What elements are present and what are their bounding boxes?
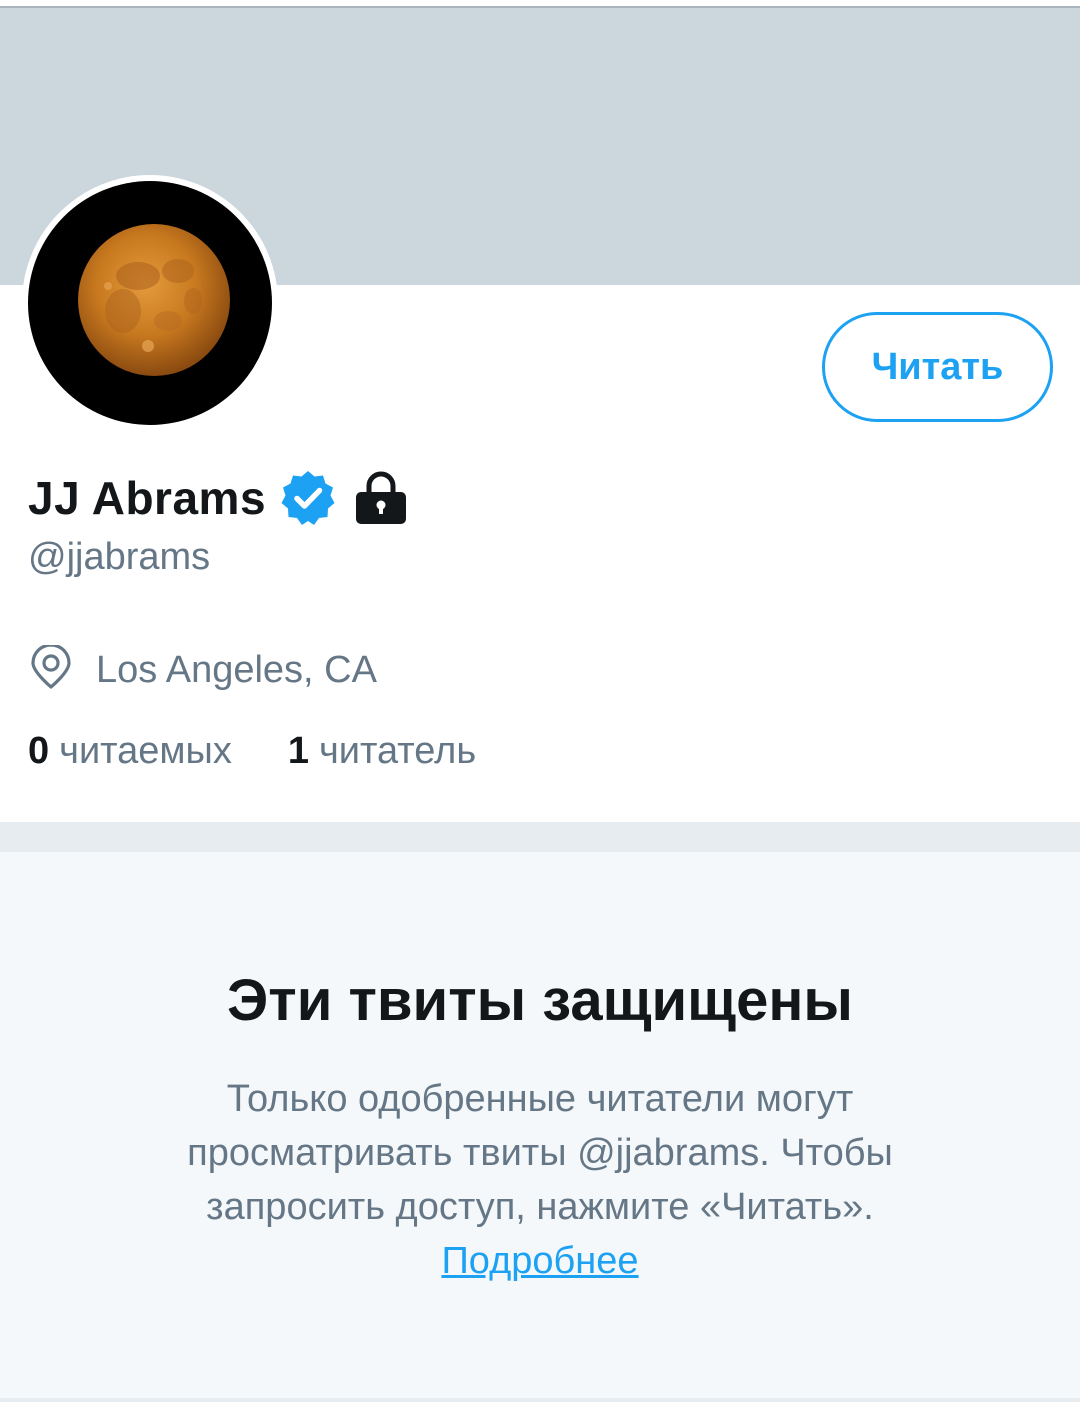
profile-avatar[interactable] bbox=[22, 175, 278, 431]
name-row: JJ Abrams bbox=[28, 466, 410, 530]
followers-count: 1 bbox=[287, 729, 309, 772]
top-edge bbox=[0, 0, 1080, 8]
location-row: Los Angeles, CA bbox=[30, 642, 377, 698]
map-pin-icon bbox=[30, 642, 72, 696]
followers-label: читатель bbox=[319, 729, 477, 772]
followers-stat[interactable]: 1 читатель bbox=[288, 730, 476, 773]
following-stat[interactable]: 0 читаемых bbox=[28, 730, 232, 773]
following-count: 0 bbox=[28, 729, 50, 772]
section-divider bbox=[0, 822, 1080, 852]
protected-body: Только одобренные читатели могут просмат… bbox=[187, 1078, 893, 1228]
profile-handle: @jjabrams bbox=[28, 536, 211, 578]
location-text: Los Angeles, CA bbox=[96, 648, 377, 691]
display-name: JJ Abrams bbox=[28, 472, 267, 524]
protected-title: Эти твиты защищены bbox=[227, 968, 853, 1033]
follow-button[interactable]: Читать bbox=[822, 312, 1053, 422]
learn-more-link[interactable]: Подробнее bbox=[441, 1234, 638, 1288]
protected-tweets-notice: Эти твиты защищены Только одобренные чит… bbox=[0, 852, 1080, 1402]
follow-button-label: Читать bbox=[871, 345, 1004, 388]
protected-body-container: Только одобренные читатели могут просмат… bbox=[120, 1072, 960, 1288]
stats-row: 0 читаемых 1 читатель bbox=[28, 726, 476, 776]
bottom-edge bbox=[0, 1398, 1080, 1402]
lock-icon bbox=[352, 469, 410, 527]
verified-badge-icon bbox=[278, 468, 338, 528]
full-moon-avatar-image bbox=[28, 181, 272, 425]
following-label: читаемых bbox=[59, 729, 232, 772]
profile-page: Читать JJ Abrams @jjabrams Los Angeles, … bbox=[0, 0, 1080, 1402]
